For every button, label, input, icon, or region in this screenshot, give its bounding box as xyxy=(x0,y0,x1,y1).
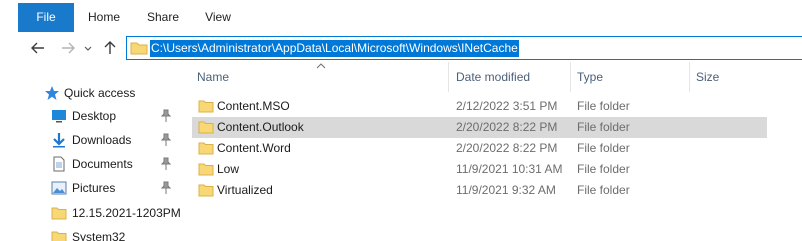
file-name: Low xyxy=(217,162,240,176)
tab-home[interactable]: Home xyxy=(84,3,124,32)
pin-icon xyxy=(160,109,172,123)
forward-arrow-icon[interactable] xyxy=(58,38,78,58)
up-arrow-icon[interactable] xyxy=(100,38,120,58)
nav-item-12-15-2021-1203pm[interactable]: 12.15.2021-1203PM xyxy=(0,202,186,224)
column-header-type[interactable]: Type xyxy=(571,62,689,92)
pin-icon xyxy=(160,157,172,171)
file-row-content-word[interactable]: Content.Word 2/20/2022 8:22 PM File fold… xyxy=(192,138,767,159)
file-name: Virtualized xyxy=(217,183,273,197)
file-type: File folder xyxy=(577,99,630,113)
file-date-modified: 2/20/2022 8:22 PM xyxy=(456,141,558,155)
pin-icon xyxy=(160,181,172,195)
column-header-label: Name xyxy=(197,70,230,84)
file-name: Content.Word xyxy=(217,141,291,155)
navigation-pane: Quick access Desktop Downloads Documents xyxy=(0,62,186,241)
nav-item-label: System32 xyxy=(72,230,126,241)
tab-share[interactable]: Share xyxy=(142,3,184,32)
column-header-label: Size xyxy=(696,70,720,84)
star-icon xyxy=(44,85,60,101)
nav-item-system32[interactable]: System32 xyxy=(0,226,186,241)
documents-icon xyxy=(51,156,67,172)
folder-icon xyxy=(51,205,67,221)
download-icon xyxy=(51,132,67,148)
address-bar[interactable]: C:\Users\Administrator\AppData\Local\Mic… xyxy=(126,36,802,60)
nav-item-label: Pictures xyxy=(72,181,116,195)
file-name: Content.MSO xyxy=(217,99,290,113)
column-header-name[interactable]: Name xyxy=(192,62,448,92)
tab-view[interactable]: View xyxy=(198,3,238,32)
folder-icon xyxy=(198,120,214,134)
nav-item-downloads[interactable]: Downloads xyxy=(0,129,186,151)
file-date-modified: 2/12/2022 3:51 PM xyxy=(456,99,558,113)
file-type: File folder xyxy=(577,141,630,155)
nav-item-desktop[interactable]: Desktop xyxy=(0,105,186,127)
chevron-down-icon[interactable] xyxy=(82,38,94,58)
folder-icon xyxy=(198,162,214,176)
pin-icon xyxy=(160,133,172,147)
column-header-size[interactable]: Size xyxy=(690,62,767,92)
file-date-modified: 2/20/2022 8:22 PM xyxy=(456,120,558,134)
file-row-virtualized[interactable]: Virtualized 11/9/2021 9:32 AM File folde… xyxy=(192,180,767,201)
file-row-content-mso[interactable]: Content.MSO 2/12/2022 3:51 PM File folde… xyxy=(192,96,767,117)
tab-file[interactable]: File xyxy=(18,3,74,32)
folder-icon xyxy=(130,41,148,55)
folder-icon xyxy=(198,141,214,155)
file-row-content-outlook[interactable]: Content.Outlook 2/20/2022 8:22 PM File f… xyxy=(192,117,767,138)
nav-item-documents[interactable]: Documents xyxy=(0,153,186,175)
address-path[interactable]: C:\Users\Administrator\AppData\Local\Mic… xyxy=(150,40,519,57)
nav-item-quick-access[interactable]: Quick access xyxy=(0,82,186,104)
folder-icon xyxy=(198,183,214,197)
ribbon-tabs: File Home Share View xyxy=(0,0,802,34)
folder-icon xyxy=(51,229,67,241)
pictures-icon xyxy=(51,180,67,196)
file-type: File folder xyxy=(577,120,630,134)
column-header-date-modified[interactable]: Date modified xyxy=(449,62,570,92)
folder-icon xyxy=(198,99,214,113)
navigation-bar: C:\Users\Administrator\AppData\Local\Mic… xyxy=(0,34,802,62)
nav-item-label: Downloads xyxy=(72,133,132,147)
file-type: File folder xyxy=(577,162,630,176)
file-name: Content.Outlook xyxy=(217,120,304,134)
file-date-modified: 11/9/2021 10:31 AM xyxy=(456,162,563,176)
file-type: File folder xyxy=(577,183,630,197)
nav-item-label: Quick access xyxy=(64,86,136,100)
file-date-modified: 11/9/2021 9:32 AM xyxy=(456,183,556,197)
nav-item-pictures[interactable]: Pictures xyxy=(0,177,186,199)
column-header-label: Date modified xyxy=(456,70,531,84)
nav-item-label: 12.15.2021-1203PM xyxy=(72,206,181,220)
nav-item-label: Documents xyxy=(72,157,133,171)
nav-item-label: Desktop xyxy=(72,109,117,123)
file-row-low[interactable]: Low 11/9/2021 10:31 AM File folder xyxy=(192,159,767,180)
back-arrow-icon[interactable] xyxy=(28,38,48,58)
desktop-icon xyxy=(51,108,67,124)
column-header-label: Type xyxy=(577,70,604,84)
